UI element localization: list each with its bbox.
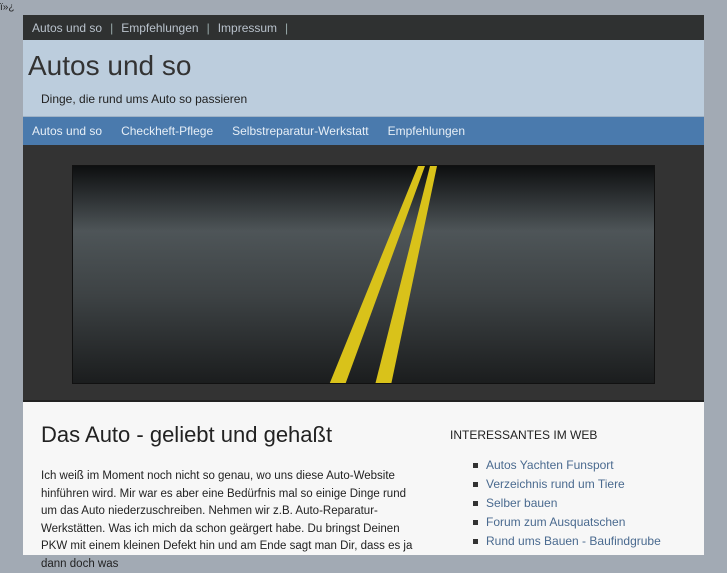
road-image — [72, 165, 655, 384]
nav-item-empfehlungen[interactable]: Empfehlungen — [388, 124, 465, 138]
top-link-impressum[interactable]: Impressum — [218, 21, 277, 35]
top-bar: Autos und so | Empfehlungen | Impressum | — [23, 15, 704, 40]
nav-item-home[interactable]: Autos und so — [32, 124, 102, 138]
sidebar: INTERESSANTES IM WEB Autos Yachten Funsp… — [450, 428, 690, 551]
sidebar-links: Autos Yachten Funsport Verzeichnis rund … — [450, 456, 690, 551]
sidebar-heading: INTERESSANTES IM WEB — [450, 428, 598, 442]
sidebar-link[interactable]: Autos Yachten Funsport — [473, 456, 690, 475]
top-link-empfehlungen[interactable]: Empfehlungen — [121, 21, 198, 35]
site-tagline: Dinge, die rund ums Auto so passieren — [41, 92, 248, 106]
separator: | — [285, 20, 289, 35]
top-link-home[interactable]: Autos und so — [32, 21, 102, 35]
sidebar-link[interactable]: Selber bauen — [473, 494, 690, 513]
main-nav: Autos und so Checkheft-Pflege Selbstrepa… — [23, 117, 704, 145]
nav-item-checkheft[interactable]: Checkheft-Pflege — [121, 124, 213, 138]
site-title[interactable]: Autos und so — [28, 50, 191, 82]
hero-banner — [23, 145, 704, 402]
site-header: Autos und so Dinge, die rund ums Auto so… — [23, 40, 704, 117]
post-title[interactable]: Das Auto - geliebt und gehaßt — [41, 422, 421, 448]
sidebar-link[interactable]: Verzeichnis rund um Tiere — [473, 475, 690, 494]
sidebar-link[interactable]: Forum zum Ausquatschen — [473, 513, 690, 532]
encoding-artifact: ï»¿ — [0, 2, 15, 13]
nav-item-werkstatt[interactable]: Selbstreparatur-Werkstatt — [232, 124, 369, 138]
separator: | — [110, 20, 114, 35]
separator: | — [206, 20, 210, 35]
main-content: Das Auto - geliebt und gehaßt Ich weiß i… — [41, 422, 421, 573]
sidebar-link[interactable]: Rund ums Bauen - Baufindgrube — [473, 532, 690, 551]
post-body: Ich weiß im Moment noch nicht so genau, … — [41, 470, 413, 570]
